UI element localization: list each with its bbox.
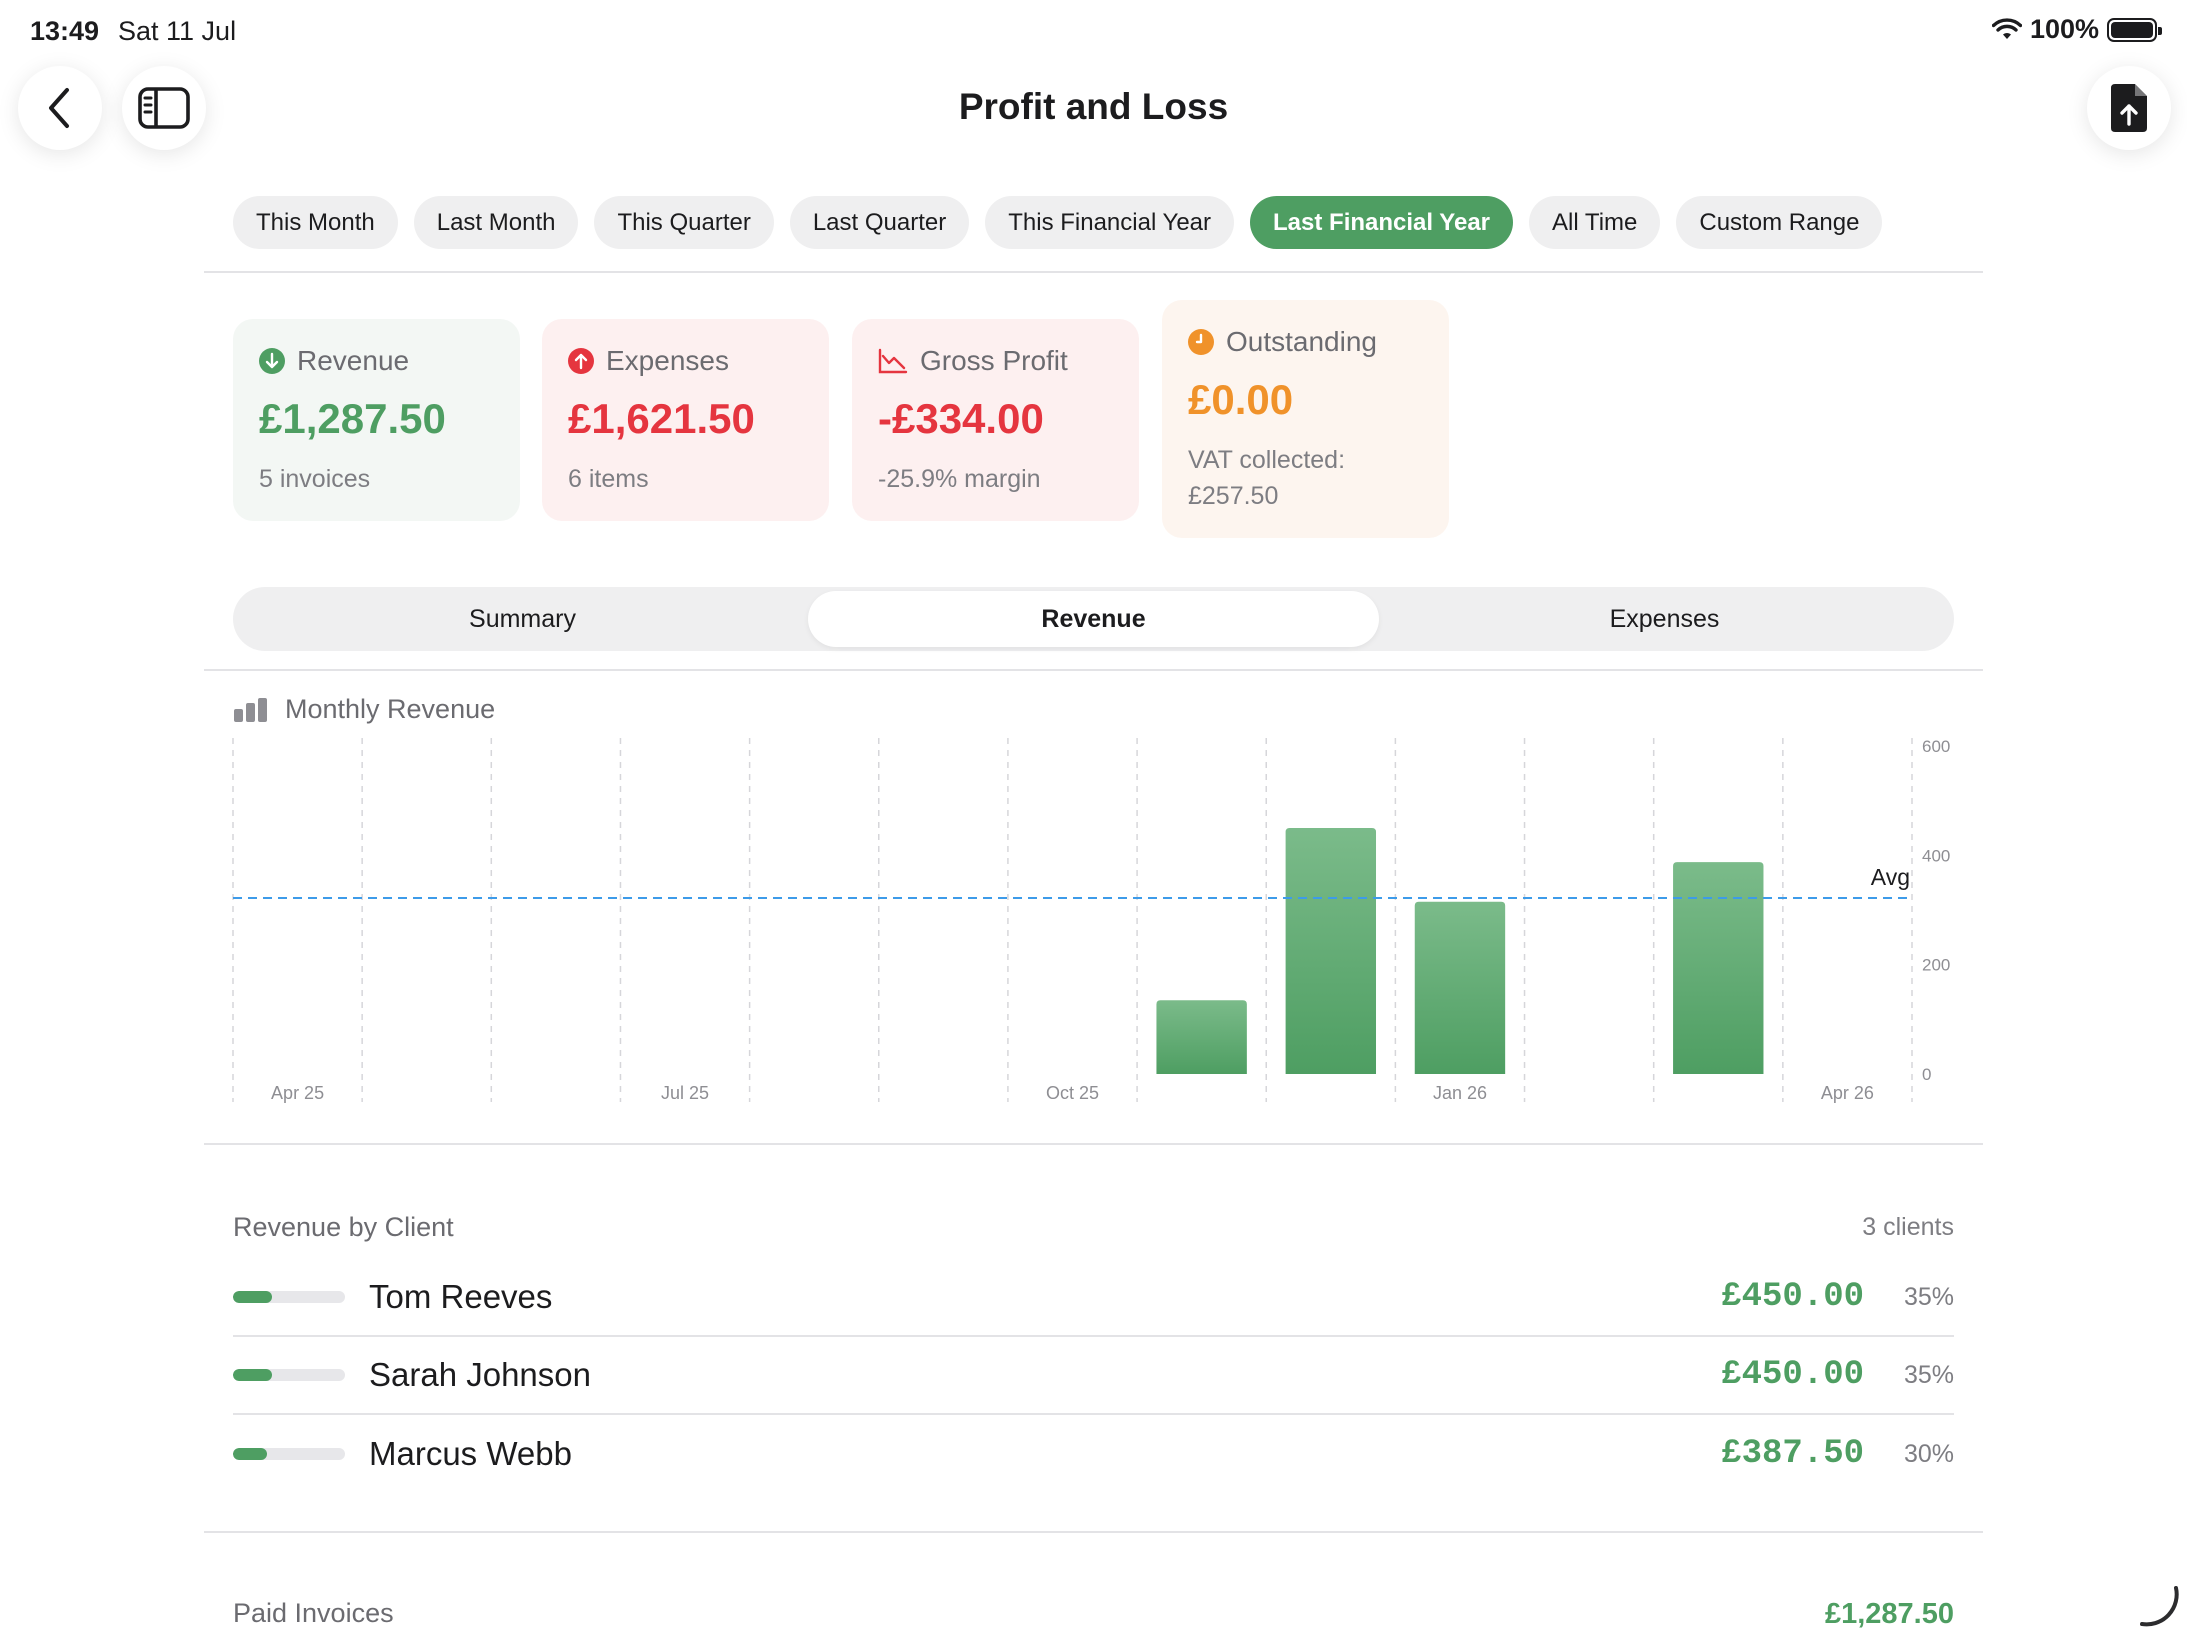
clock-icon [1188, 329, 1214, 355]
tab-revenue[interactable]: Revenue [808, 591, 1379, 647]
battery-icon [2107, 17, 2162, 42]
filter-last-quarter[interactable]: Last Quarter [789, 196, 970, 249]
revenue-card[interactable]: Revenue £1,287.50 5 invoices [233, 319, 520, 521]
client-count: 3 clients [1862, 1213, 1954, 1241]
chart-x-tick-label: Apr 26 [1821, 1083, 1874, 1103]
divider [204, 1531, 1983, 1533]
client-row[interactable]: Sarah Johnson £450.00 35% [233, 1337, 1954, 1415]
chart-x-tick-label: Apr 25 [271, 1083, 324, 1103]
client-amount: £450.00 [1721, 1278, 1864, 1316]
expenses-value: £1,621.50 [568, 395, 755, 442]
filter-last-month[interactable]: Last Month [413, 196, 579, 249]
period-filter-bar: This Month Last Month This Quarter Last … [233, 196, 1883, 249]
filter-this-financial-year[interactable]: This Financial Year [985, 196, 1235, 249]
client-name: Tom Reeves [369, 1278, 553, 1315]
outstanding-card-title: Outstanding [1188, 326, 1423, 358]
status-date: Sat 11 Jul [118, 16, 237, 46]
chart-average-label: Avg [1871, 864, 1910, 890]
chart-y-tick-label: 600 [1922, 737, 1950, 756]
gross-profit-card-title: Gross Profit [878, 345, 1113, 377]
client-share-bar [233, 1369, 345, 1381]
outstanding-card[interactable]: Outstanding £0.00 VAT collected: £257.50 [1162, 300, 1449, 538]
revenue-sub: 5 invoices [259, 465, 371, 493]
filter-all-time[interactable]: All Time [1529, 196, 1661, 249]
chart-bar [1285, 828, 1377, 1074]
divider [204, 669, 1983, 671]
client-percent: 35% [1903, 1360, 1954, 1389]
tab-summary[interactable]: Summary [237, 591, 808, 647]
filter-last-financial-year[interactable]: Last Financial Year [1250, 196, 1514, 249]
client-name: Marcus Webb [369, 1435, 572, 1472]
chart-x-tick-label: Oct 25 [1046, 1083, 1099, 1103]
client-amount: £450.00 [1721, 1356, 1864, 1394]
client-name: Sarah Johnson [369, 1356, 591, 1393]
outstanding-value: £0.00 [1188, 376, 1294, 423]
loading-spinner-icon [2140, 1586, 2179, 1627]
status-time: 13:49 [30, 16, 100, 46]
chart-x-tick-label: Jan 26 [1433, 1083, 1487, 1103]
client-row[interactable]: Tom Reeves £450.00 35% [233, 1259, 1954, 1337]
monthly-revenue-chart: 0 200 400 600 Avg Apr 25 Jul 25 Oct 25 Jan 26 Apr… [232, 737, 1950, 1103]
chart-y-tick-label: 400 [1922, 846, 1950, 865]
vat-value: £257.50 [1188, 482, 1279, 511]
bar-chart-icon [234, 697, 267, 722]
client-percent: 35% [1903, 1282, 1954, 1311]
chart-x-tick-label: Jul 25 [661, 1083, 709, 1103]
status-indicators: 100% [1991, 14, 2162, 45]
chart-bar [1414, 901, 1506, 1074]
revenue-value: £1,287.50 [259, 395, 446, 442]
filter-custom-range[interactable]: Custom Range [1676, 196, 1883, 249]
chart-y-tick-label: 200 [1922, 956, 1950, 975]
client-row[interactable]: Marcus Webb £387.50 30% [233, 1415, 1954, 1493]
chart-bar [1673, 862, 1764, 1074]
export-button[interactable] [2087, 66, 2171, 150]
client-percent: 30% [1903, 1439, 1954, 1468]
chart-y-tick-label: 0 [1922, 1065, 1931, 1084]
outstanding-sub: VAT collected: £257.50 [1188, 442, 1423, 515]
expenses-sub: 6 items [568, 465, 649, 493]
chart-bar [1156, 1000, 1247, 1074]
vat-label: VAT collected: [1188, 446, 1346, 474]
arrow-down-circle-icon [259, 348, 285, 374]
divider [204, 1143, 1983, 1145]
gross-profit-sub: -25.9% margin [878, 465, 1041, 493]
client-share-bar [233, 1291, 345, 1303]
paid-invoices-total: £1,287.50 [1824, 1598, 1954, 1630]
expenses-card-title: Expenses [568, 345, 803, 377]
page-title: Profit and Loss [958, 86, 1229, 127]
divider [204, 271, 1983, 273]
expenses-card[interactable]: Expenses £1,621.50 6 items [542, 319, 829, 521]
report-tabs: Summary Revenue Expenses [233, 587, 1954, 651]
gross-profit-card[interactable]: Gross Profit -£334.00 -25.9% margin [852, 319, 1139, 521]
battery-percent: 100% [2029, 14, 2099, 44]
document-export-icon [2111, 84, 2147, 132]
arrow-up-circle-icon [568, 348, 594, 374]
wifi-icon [1991, 17, 2022, 39]
paid-invoices-title: Paid Invoices [233, 1598, 394, 1628]
status-bar: 13:49 Sat 11 Jul 100% [0, 0, 2187, 62]
tab-expenses[interactable]: Expenses [1379, 591, 1950, 647]
revenue-card-title: Revenue [259, 345, 494, 377]
chart-title: Monthly Revenue [233, 694, 495, 725]
filter-this-month[interactable]: This Month [233, 196, 398, 249]
client-share-bar [233, 1448, 345, 1460]
revenue-by-client-title: Revenue by Client [233, 1212, 454, 1242]
filter-this-quarter[interactable]: This Quarter [594, 196, 774, 249]
gross-profit-value: -£334.00 [878, 395, 1044, 442]
chart-line-down-icon [878, 348, 908, 374]
client-amount: £387.50 [1721, 1435, 1864, 1473]
